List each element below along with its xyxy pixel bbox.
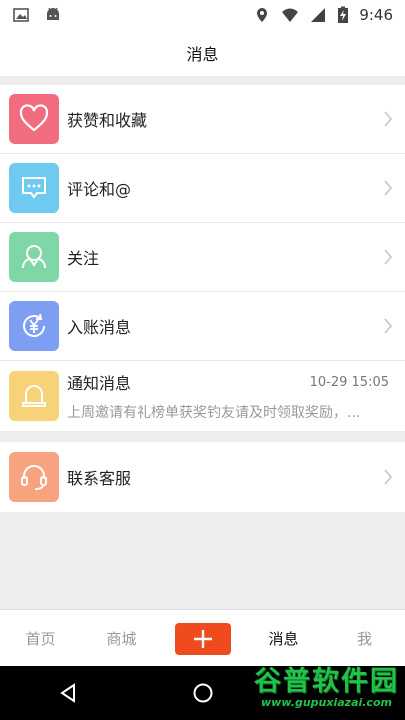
publish-button[interactable] [174,622,231,655]
income-label: 入账消息 [67,318,132,337]
notice-timestamp: 10-29 15:05 [309,374,389,390]
battery-charging-icon [338,6,349,23]
tab-mall[interactable]: 商城 [81,628,162,649]
service-list: 联系客服 [0,442,405,512]
cellular-signal-icon [311,8,326,22]
chevron-right-icon [384,249,393,265]
watermark-logo: 谷普软件园 www.gupuxiazai.com [254,668,399,710]
follows-tile [9,232,59,282]
bell-icon [22,385,46,407]
chevron-right-icon [384,180,393,196]
comments-label: 评论和@ [67,180,132,199]
watermark-name: 谷普软件园 [254,666,399,697]
notice-tile [9,371,59,421]
comments-tile [9,163,59,213]
follows-row[interactable]: 关注 [0,223,405,292]
plus-icon [193,629,212,648]
page-header: 消息 [0,30,405,76]
tab-home[interactable]: 首页 [0,628,81,649]
yen-coin-icon [23,313,45,337]
page-title: 消息 [186,45,219,64]
income-messages-row[interactable]: 入账消息 [0,292,405,361]
follows-label: 关注 [67,249,100,268]
home-circle-icon[interactable] [192,682,214,704]
status-time: 9:46 [359,6,393,24]
chevron-right-icon [384,318,393,334]
notice-messages-row[interactable]: 通知消息 10-29 15:05 上周邀请有礼榜单获奖钓友请及时领取奖励，... [0,361,405,431]
watermark-url: www.gupuxiazai.com [261,696,392,709]
comments-and-mentions-row[interactable]: 评论和@ [0,154,405,223]
back-icon[interactable] [57,682,79,704]
chevron-right-icon [384,111,393,127]
tab-me[interactable]: 我 [324,628,405,649]
status-bar: 9:46 [0,0,405,30]
notice-content: 通知消息 10-29 15:05 上周邀请有礼榜单获奖钓友请及时领取奖励，... [67,370,405,422]
likes-label: 获赞和收藏 [67,111,148,130]
comment-icon [22,177,46,199]
notice-preview: 上周邀请有礼榜单获奖钓友请及时领取奖励，... [67,405,361,421]
support-label: 联系客服 [67,469,132,488]
location-icon [257,8,268,22]
contact-support-row[interactable]: 联系客服 [0,442,405,512]
tab-publish [162,622,243,655]
likes-and-favorites-row[interactable]: 获赞和收藏 [0,85,405,154]
bottom-tab-bar: 首页 商城 消息 我 [0,609,405,667]
chevron-right-icon [384,469,393,485]
heart-icon [19,104,49,132]
message-category-list: 获赞和收藏 评论和@ 关注 入账消息 通知消息 10-29 15:05 上周邀请… [0,85,405,431]
wifi-icon [282,8,299,22]
support-tile [9,452,59,502]
follow-user-icon [22,245,46,269]
notice-title: 通知消息 [67,374,132,393]
android-notification-icon [47,7,59,20]
tab-messages[interactable]: 消息 [243,628,324,649]
image-notification-icon [13,8,29,22]
likes-tile [9,94,59,144]
income-tile [9,301,59,351]
headset-icon [21,465,47,490]
